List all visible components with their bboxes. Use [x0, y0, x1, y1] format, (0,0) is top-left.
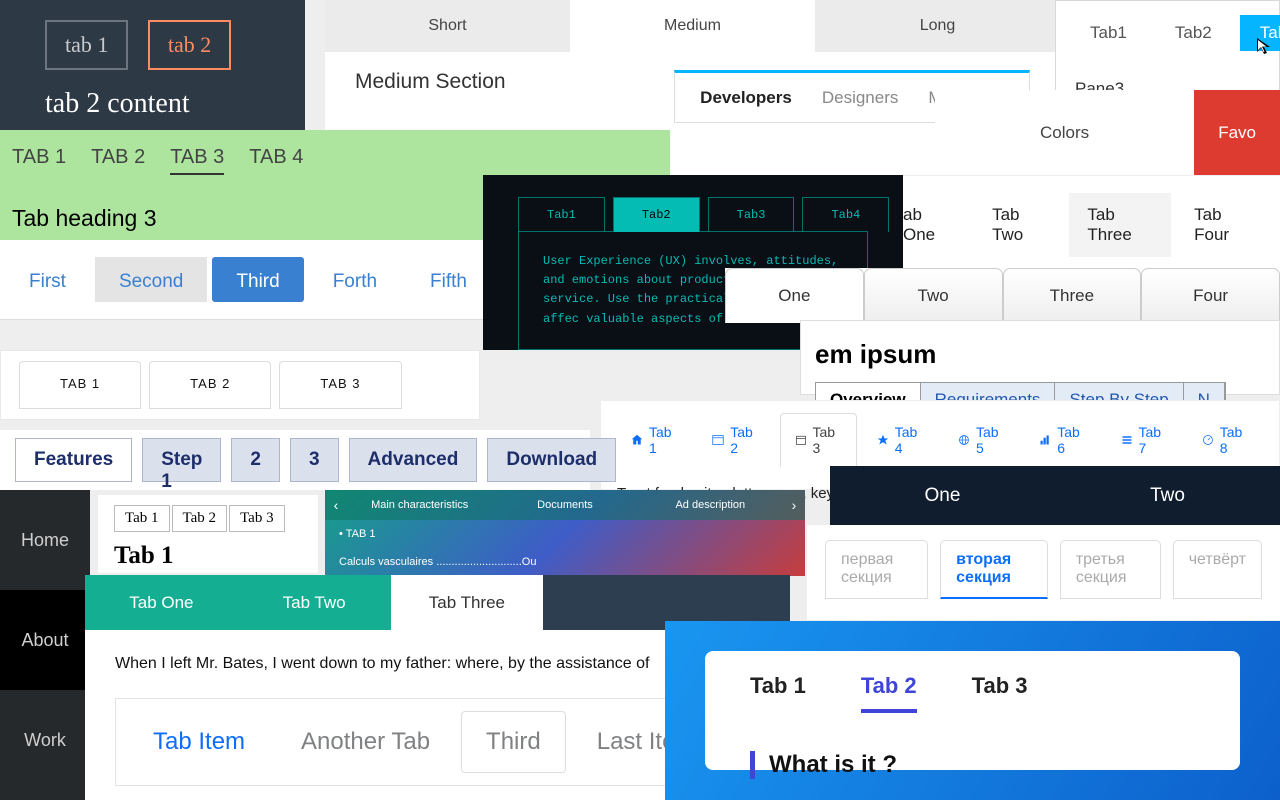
tab-1[interactable]: tab 1 [45, 20, 128, 70]
nav-work[interactable]: Work [0, 690, 90, 790]
tab-two[interactable]: Tab Two [974, 193, 1064, 257]
tab-long[interactable]: Long [815, 0, 1060, 52]
tab-1[interactable]: TAB 1 [12, 146, 66, 175]
tab-2[interactable]: TAB 2 [149, 361, 271, 409]
tab-1[interactable]: Tab1 [518, 197, 605, 232]
tab-2[interactable]: Tab 2 [172, 505, 228, 532]
cursor-icon [1254, 36, 1274, 56]
tab-8[interactable]: Tab 8 [1188, 413, 1263, 467]
tab-2[interactable]: 2 [231, 438, 280, 482]
tab-three[interactable]: Tab Three [1069, 193, 1171, 257]
tab-one[interactable]: Tab One [85, 575, 238, 630]
page-title: em ipsum [815, 339, 1265, 370]
tab-2[interactable]: Tab2 [1155, 15, 1232, 51]
tab-step-1[interactable]: Step 1 [142, 438, 221, 482]
tab-3[interactable]: 3 [290, 438, 339, 482]
arrow-left-icon[interactable]: ‹ [325, 497, 347, 513]
tab-3[interactable]: Tab 3 [972, 673, 1028, 713]
tab-developers[interactable]: Developers [700, 88, 792, 108]
tab-heading: Tab 1 [114, 542, 302, 570]
nav-about[interactable]: About [0, 590, 90, 690]
tab-3[interactable]: TAB 3 [170, 146, 224, 175]
tab-first[interactable]: First [5, 257, 90, 302]
arrow-right-icon[interactable]: › [783, 497, 805, 513]
tab-fifth[interactable]: Fifth [406, 257, 491, 302]
tab-third[interactable]: Third [461, 711, 566, 773]
tab-main[interactable]: Main characteristics [347, 499, 492, 511]
tab-section-1[interactable]: первая секция [825, 540, 928, 599]
tab-4[interactable]: Tab4 [802, 197, 889, 232]
tab-advanced[interactable]: Advanced [349, 438, 478, 482]
heading: What is it ? [750, 751, 1195, 779]
tab-four[interactable]: Four [1141, 268, 1280, 323]
chart-icon [1039, 433, 1051, 447]
tab-3[interactable]: Tab 3 [780, 413, 857, 467]
tab-item[interactable]: Tab Item [128, 711, 270, 773]
tab-two[interactable]: Tab Two [238, 575, 391, 630]
tab-one[interactable]: One [830, 466, 1055, 526]
tab-section-3[interactable]: третья секция [1060, 540, 1161, 599]
tab-one[interactable]: One [725, 268, 864, 323]
list-icon [1121, 433, 1133, 447]
tab-designers[interactable]: Designers [822, 88, 899, 108]
tab-1[interactable]: TAB 1 [19, 361, 141, 409]
tab-2[interactable]: TAB 2 [91, 146, 145, 175]
tab-2[interactable]: Tab2 [613, 197, 700, 232]
tab-2[interactable]: tab 2 [148, 20, 231, 70]
tab-2-content: tab 2 content [45, 88, 260, 120]
calendar-icon [795, 433, 807, 447]
tab-3[interactable]: TAB 3 [279, 361, 401, 409]
row-calculs: Calculs vasculaires ....................… [325, 548, 805, 576]
tab-favorites[interactable]: Favo [1194, 90, 1280, 175]
globe-icon [958, 433, 970, 447]
home-icon [631, 433, 643, 447]
tab-documents[interactable]: Documents [492, 499, 637, 511]
tab-second[interactable]: Second [95, 257, 207, 302]
body-text: When I left Mr. Bates, I went down to my… [115, 655, 760, 673]
tab-colors[interactable]: Colors [935, 90, 1194, 175]
tab-3[interactable]: Tab 3 [229, 505, 285, 532]
tab-third[interactable]: Third [212, 257, 303, 302]
star-icon [877, 433, 889, 447]
tab-1[interactable]: Tab1 [1070, 15, 1147, 51]
tab-1[interactable]: Tab 1 [617, 413, 692, 467]
tab-1[interactable]: Tab 1 [750, 673, 806, 713]
tab-1[interactable]: Tab 1 [114, 505, 170, 532]
tab-two[interactable]: Two [1055, 466, 1280, 526]
tab-two[interactable]: Two [864, 268, 1003, 323]
tab-four[interactable]: Tab Four [1176, 193, 1270, 257]
tab-short[interactable]: Short [325, 0, 570, 52]
tab-three[interactable]: Three [1003, 268, 1142, 323]
tab-forth[interactable]: Forth [309, 257, 401, 302]
tab-ad[interactable]: Ad description [638, 499, 783, 511]
section-title: Medium Section [355, 70, 506, 94]
tab-2[interactable]: Tab 2 [861, 673, 917, 713]
window-icon [712, 433, 724, 447]
tab-6[interactable]: Tab 6 [1025, 413, 1100, 467]
tab-section-2[interactable]: вторая секция [940, 540, 1048, 599]
tab-section-4[interactable]: четвёрт [1173, 540, 1262, 599]
dash-icon [1202, 433, 1214, 447]
tab-3[interactable]: Tab3 [708, 197, 795, 232]
tab-4[interactable]: TAB 4 [249, 146, 303, 175]
tab-download[interactable]: Download [487, 438, 616, 482]
tab-7[interactable]: Tab 7 [1107, 413, 1182, 467]
tab-three[interactable]: Tab Three [391, 575, 544, 630]
tab-another[interactable]: Another Tab [276, 711, 455, 773]
nav-home[interactable]: Home [0, 490, 90, 590]
tab-features[interactable]: Features [15, 438, 132, 482]
tab-4[interactable]: Tab 4 [863, 413, 938, 467]
tab-medium[interactable]: Medium [570, 0, 815, 52]
tab-2[interactable]: Tab 2 [698, 413, 773, 467]
tab-5[interactable]: Tab 5 [944, 413, 1019, 467]
row-tab-1: • TAB 1 [325, 520, 805, 548]
